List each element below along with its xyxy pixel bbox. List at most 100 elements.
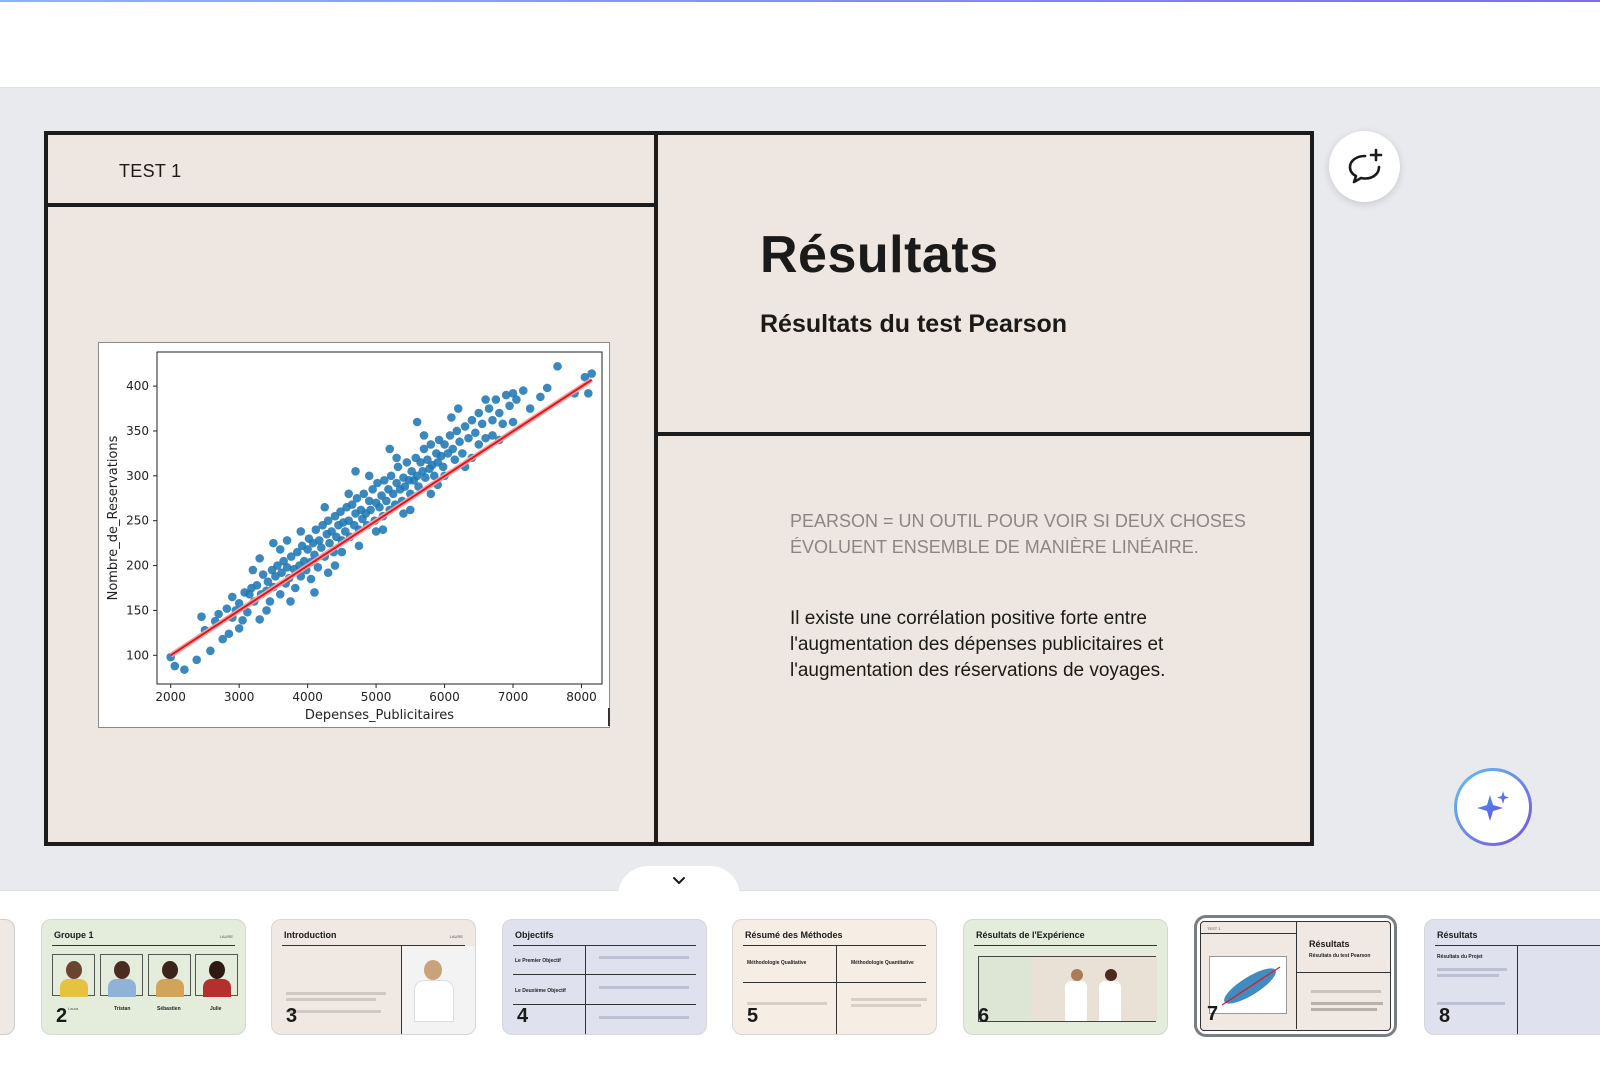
conclusion-text[interactable]: Il existe une corrélation positive forte…	[790, 606, 1250, 684]
thumbnail-6[interactable]: Résultats de l'Expérience 6	[963, 919, 1168, 1035]
data-point	[354, 541, 364, 551]
divider-right-middle	[658, 432, 1310, 436]
data-point	[412, 417, 422, 427]
thumbnail-title: Résultats	[1437, 930, 1478, 940]
thumbnail-title: Groupe 1	[54, 930, 94, 940]
data-point	[371, 527, 381, 536]
person-name: Julie	[210, 1006, 222, 1012]
text-placeholder	[1437, 968, 1507, 971]
thumbnail-rule	[743, 982, 926, 983]
slide-title[interactable]: Résultats	[760, 225, 999, 285]
data-point	[587, 369, 597, 378]
thumbnail-4[interactable]: Objectifs Le Premier Objectif Le Deuxièm…	[502, 919, 707, 1035]
data-point	[290, 583, 300, 593]
data-point	[269, 538, 278, 548]
person-photo	[100, 954, 143, 997]
data-point	[484, 404, 494, 413]
data-point	[542, 383, 552, 393]
data-point	[310, 588, 319, 597]
top-toolbar	[0, 2, 1600, 88]
data-point	[222, 604, 232, 613]
person-photo	[52, 954, 95, 997]
slide-canvas[interactable]: TEST 1 Résultats Résultats du test Pears…	[44, 131, 1314, 846]
data-point	[421, 473, 430, 482]
data-point	[536, 392, 545, 402]
x-tick-label: 6000	[429, 690, 460, 704]
thumbnail-3[interactable]: Introduction LAURE 3	[271, 919, 476, 1035]
thumbnail-5[interactable]: Résumé des Méthodes Méthodologie Qualita…	[732, 919, 937, 1035]
comment-add-icon	[1348, 148, 1382, 183]
data-point	[248, 565, 258, 575]
pearson-definition[interactable]: PEARSON = UN OUTIL POUR VOIR SI DEUX CHO…	[790, 508, 1270, 560]
thumbnail-rule	[1297, 972, 1390, 973]
data-point	[282, 536, 292, 545]
data-point	[214, 609, 223, 619]
thumbnail-number: 8	[1439, 1005, 1451, 1027]
thumbnail-photo	[1031, 957, 1157, 1021]
thumbnail-rule	[52, 945, 235, 946]
data-point	[525, 404, 535, 413]
data-point	[474, 408, 484, 418]
data-point	[584, 388, 593, 398]
data-point	[399, 509, 408, 518]
data-point	[330, 561, 340, 570]
thumbnail-2[interactable]: Groupe 1 LAURE Laura Tristan Sébastien J…	[41, 919, 246, 1035]
x-tick-label: 5000	[361, 690, 392, 704]
y-axis-label: Nombre_de_Reservations	[106, 435, 121, 600]
thumbnail-8[interactable]: Résultats Résultats du Projet 8	[1424, 919, 1600, 1035]
thumbnail-subtitle: Résultats du Projet	[1437, 954, 1483, 960]
text-placeholder	[1311, 1008, 1377, 1011]
slide-subtitle[interactable]: Résultats du test Pearson	[760, 310, 1067, 339]
x-axis-label: Depenses_Publicitaires	[305, 708, 454, 723]
data-point	[286, 597, 295, 606]
scatter-chart[interactable]: 2000 3000 4000 5000 6000 7000 8000 100 150 200 250…	[98, 342, 610, 728]
thumbnail-title: Résultats de l'Expérience	[976, 930, 1085, 940]
thumbnail-photo	[402, 946, 475, 1034]
data-point	[238, 615, 247, 625]
text-placeholder	[286, 1010, 381, 1013]
data-point	[275, 545, 285, 554]
thumbnail-divider	[585, 946, 586, 1034]
thumbnail-photo-frame	[978, 956, 1157, 1022]
data-point	[234, 624, 244, 633]
data-point	[450, 455, 460, 464]
data-point	[458, 449, 467, 458]
data-point	[192, 655, 202, 665]
data-point	[498, 419, 508, 429]
data-point	[275, 589, 285, 599]
thumbnail-number: 3	[286, 1005, 298, 1027]
text-placeholder	[599, 1016, 689, 1019]
y-tick-label: 200	[126, 559, 149, 573]
person-photo	[148, 954, 191, 997]
thumbnail-1-partial[interactable]	[0, 919, 15, 1035]
text-placeholder	[1311, 1002, 1383, 1005]
data-point	[320, 502, 330, 512]
text-placeholder	[747, 1002, 827, 1005]
x-tick-label: 7000	[498, 690, 529, 704]
data-point	[426, 440, 436, 449]
text-placeholder	[851, 1004, 921, 1007]
data-point	[386, 471, 396, 481]
data-point	[508, 417, 518, 427]
data-point	[447, 413, 456, 422]
x-tick-label: 4000	[292, 690, 323, 704]
add-comment-button[interactable]	[1329, 131, 1400, 202]
thumbnail-corner: LAURE	[219, 934, 233, 939]
text-placeholder	[286, 992, 386, 995]
thumbnail-title: Résultats	[1309, 939, 1350, 949]
thumbnail-7-selected[interactable]: TEST 1 Résultats Résultats du test Pears…	[1194, 915, 1397, 1037]
thumbnail-rule	[513, 974, 696, 975]
data-point	[262, 606, 271, 615]
data-point	[471, 428, 480, 438]
data-point	[206, 646, 215, 656]
thumbnail-divider	[836, 946, 837, 1034]
y-tick-label: 100	[126, 648, 149, 662]
test-label[interactable]: TEST 1	[119, 161, 182, 182]
magic-assistant-button[interactable]	[1454, 768, 1532, 846]
collapse-filmstrip-button[interactable]	[618, 866, 740, 896]
resize-handle[interactable]	[608, 708, 610, 726]
data-point	[460, 422, 470, 431]
data-point	[419, 431, 429, 440]
y-tick-label: 150	[126, 603, 149, 617]
data-point	[170, 661, 180, 671]
